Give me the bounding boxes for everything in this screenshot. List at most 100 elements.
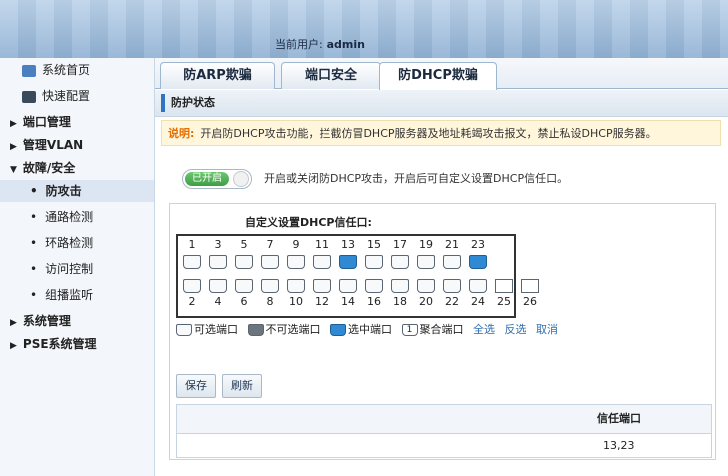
toggle-description: 开启或关闭防DHCP攻击，开启后可自定义设置DHCP信任口。	[264, 172, 569, 185]
sidebar-item-access-control[interactable]: • 访问控制	[30, 258, 152, 280]
sidebar-item-port-management[interactable]: ▶ 端口管理	[10, 111, 152, 133]
sidebar-item-path-detection[interactable]: • 通路检测	[30, 206, 152, 228]
sidebar-item-label: PSE系统管理	[22, 337, 97, 351]
port-number-26: 26	[523, 295, 537, 308]
unselectable-port-icon	[247, 324, 264, 336]
computer-icon	[22, 90, 36, 103]
port-number-18: 18	[393, 295, 407, 308]
sidebar-item-label: 系统首页	[42, 63, 91, 77]
port-number-10: 10	[289, 295, 303, 308]
port-number-24: 24	[471, 295, 485, 308]
sidebar-item-label: 快速配置	[42, 89, 91, 103]
port-number-14: 14	[341, 295, 355, 308]
port-14[interactable]	[339, 279, 357, 293]
trust-port-table: 信任端口 13,23	[176, 404, 712, 458]
port-3[interactable]	[209, 255, 227, 269]
port-6[interactable]	[235, 279, 253, 293]
sidebar-item-label: 环路检测	[45, 236, 94, 250]
legend-selected: 选中端口	[348, 323, 392, 336]
selectable-port-icon	[176, 324, 192, 336]
port-18[interactable]	[391, 279, 409, 293]
sidebar-item-label: 组播监听	[45, 288, 94, 302]
port-number-20: 20	[419, 295, 433, 308]
sidebar-item-vlan[interactable]: ▶ 管理VLAN	[10, 134, 152, 156]
port-23[interactable]	[469, 255, 487, 269]
tab-bar: 防ARP欺骗 端口安全 防DHCP欺骗	[155, 58, 728, 90]
save-button[interactable]: 保存	[176, 374, 216, 398]
tab-anti-dhcp[interactable]: 防DHCP欺骗	[379, 62, 497, 90]
sidebar-item-anti-attack[interactable]: • 防攻击	[0, 180, 154, 202]
sidebar-item-label: 访问控制	[45, 262, 94, 276]
port-21[interactable]	[443, 255, 461, 269]
sidebar-item-label: 故障/安全	[22, 161, 76, 175]
port-number-25: 25	[497, 295, 511, 308]
sidebar: 系统首页 快速配置 ▶ 端口管理 ▶ 管理VLAN ▼ 故障/安全 • 防攻击 • 通路检…	[0, 58, 155, 476]
port-25[interactable]	[495, 279, 513, 293]
sidebar-item-fault-security[interactable]: ▼ 故障/安全	[10, 157, 152, 179]
bullet-icon: •	[30, 288, 38, 302]
sidebar-item-system-management[interactable]: ▶ 系统管理	[10, 310, 152, 332]
port-22[interactable]	[443, 279, 461, 293]
section-header: 防护状态	[155, 90, 728, 117]
port-number-11: 11	[315, 238, 329, 251]
port-15[interactable]	[365, 255, 383, 269]
triangle-right-icon: ▶	[10, 318, 17, 328]
port-8[interactable]	[261, 279, 279, 293]
port-legend: 可选端口 不可选端口 选中端口 1 聚合端口 全选 反选 取消	[176, 321, 558, 337]
port-10[interactable]	[287, 279, 305, 293]
port-2[interactable]	[183, 279, 201, 293]
legend-aggregate: 聚合端口	[419, 323, 464, 336]
cancel-selection-link[interactable]: 取消	[536, 323, 558, 336]
port-1[interactable]	[183, 255, 201, 269]
current-user-name: admin	[326, 38, 365, 51]
sidebar-item-label: 系统管理	[22, 314, 71, 328]
triangle-down-icon: ▼	[10, 165, 17, 175]
port-16[interactable]	[365, 279, 383, 293]
port-19[interactable]	[417, 255, 435, 269]
port-12[interactable]	[313, 279, 331, 293]
port-number-16: 16	[367, 295, 381, 308]
current-user: 当前用户: admin	[275, 36, 365, 52]
trust-port-title: 自定义设置DHCP信任口:	[245, 216, 372, 229]
port-20[interactable]	[417, 279, 435, 293]
table-cell-trust-port: 13,23	[603, 439, 635, 452]
port-4[interactable]	[209, 279, 227, 293]
port-9[interactable]	[287, 255, 305, 269]
bullet-icon: •	[30, 184, 38, 198]
sidebar-item-pse-management[interactable]: ▶ PSE系统管理	[10, 333, 152, 355]
section-title: 防护状态	[171, 96, 215, 109]
sidebar-item-quick-config[interactable]: 快速配置	[22, 85, 152, 107]
port-13[interactable]	[339, 255, 357, 269]
dhcp-protection-toggle[interactable]: 已开启	[182, 169, 252, 189]
triangle-right-icon: ▶	[10, 341, 17, 351]
note-label: 说明:	[168, 127, 195, 140]
tab-port-security[interactable]: 端口安全	[281, 62, 381, 89]
invert-selection-link[interactable]: 反选	[505, 323, 527, 336]
toggle-on-label: 已开启	[185, 172, 229, 186]
sidebar-item-label: 管理VLAN	[22, 138, 84, 152]
info-note: 说明: 开启防DHCP攻击功能，拦截仿冒DHCP服务器及地址耗竭攻击报文，禁止私设…	[161, 120, 721, 146]
top-banner: 当前用户: admin	[0, 0, 728, 58]
tab-anti-arp[interactable]: 防ARP欺骗	[160, 62, 275, 89]
port-24[interactable]	[469, 279, 487, 293]
sidebar-item-loop-detection[interactable]: • 环路检测	[30, 232, 152, 254]
sidebar-item-label: 端口管理	[22, 115, 71, 129]
port-number-6: 6	[240, 295, 248, 308]
sidebar-item-label: 防攻击	[45, 184, 82, 198]
sidebar-item-multicast[interactable]: • 组播监听	[30, 284, 152, 306]
port-number-8: 8	[266, 295, 274, 308]
port-5[interactable]	[235, 255, 253, 269]
port-grid: 1 3 5 7 9 11 13 15 17 19 21 23 2 4 6 8 10 12 14 16 18 20 22 24 2…	[176, 234, 539, 318]
port-number-5: 5	[240, 238, 248, 251]
refresh-button[interactable]: 刷新	[222, 374, 262, 398]
port-7[interactable]	[261, 255, 279, 269]
legend-selectable: 可选端口	[194, 323, 238, 336]
port-17[interactable]	[391, 255, 409, 269]
port-26[interactable]	[521, 279, 539, 293]
select-all-link[interactable]: 全选	[473, 323, 495, 336]
port-11[interactable]	[313, 255, 331, 269]
sidebar-item-home[interactable]: 系统首页	[22, 59, 152, 81]
table-header-row: 信任端口	[177, 405, 711, 434]
section-bar	[161, 94, 165, 112]
toggle-knob	[233, 171, 249, 187]
